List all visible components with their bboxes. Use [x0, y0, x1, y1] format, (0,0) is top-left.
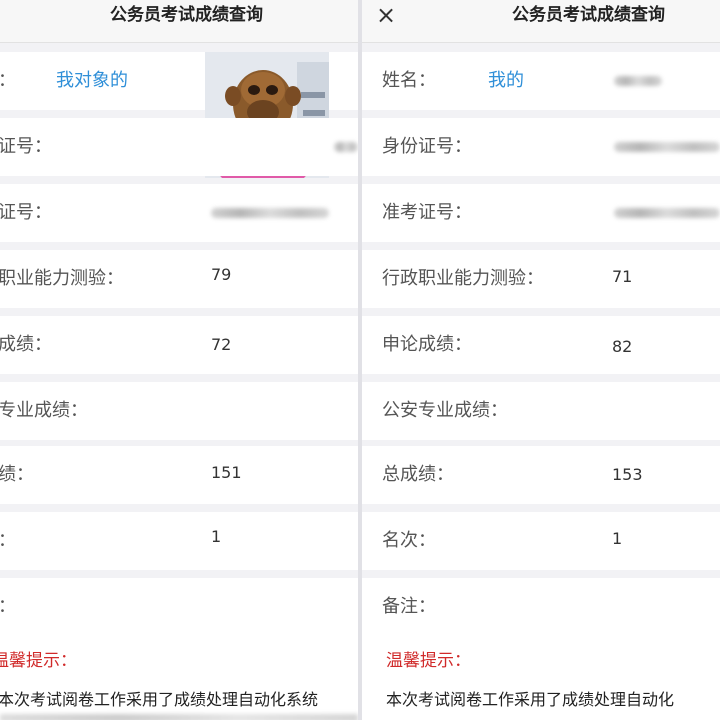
left-row-ticket: 考证号：	[0, 184, 358, 242]
notice-cut-line	[0, 714, 358, 720]
redacted-ticket	[211, 208, 329, 218]
redacted-id	[334, 142, 358, 152]
left-row-id: 份证号：	[0, 118, 358, 176]
ticket-label: 考证号：	[0, 202, 52, 223]
remark-label: 注：	[0, 578, 16, 636]
total-value: 151	[211, 463, 242, 482]
redacted-photo	[614, 76, 662, 86]
right-row-ticket: 准考证号：	[362, 184, 720, 242]
right-row-id: 身份证号：	[362, 118, 720, 176]
notice-text: 本次考试阅卷工作采用了成绩处理自动化	[386, 690, 675, 709]
right-notice: 温馨提示： 本次考试阅卷工作采用了成绩处理自动化	[362, 636, 720, 720]
shenlun-value: 82	[612, 337, 633, 356]
right-row-rank: 名次： 1	[362, 512, 720, 570]
shenlun-label: 论成绩：	[0, 334, 52, 355]
redacted-id	[614, 142, 720, 152]
id-label: 份证号：	[0, 136, 52, 157]
rank-label: 次：	[0, 512, 16, 570]
name-label: 姓名：	[382, 70, 436, 91]
name-label: 名：	[0, 52, 16, 110]
left-row-rank: 次： 1	[0, 512, 358, 570]
notice-heading: 温馨提示：	[0, 651, 77, 671]
rank-value: 1	[612, 529, 623, 548]
xingce-label: 行政职业能力测验：	[382, 268, 544, 289]
right-row-shenlun: 申论成绩： 82	[362, 316, 720, 374]
name-value[interactable]: 我的	[488, 52, 524, 110]
xingce-label: 政职业能力测验：	[0, 268, 124, 289]
right-title-bar: × 公务员考试成绩查询	[362, 0, 720, 43]
left-row-shenlun: 论成绩： 72	[0, 316, 358, 374]
rank-label: 名次：	[382, 530, 436, 551]
right-page-title: 公务员考试成绩查询	[512, 5, 665, 25]
left-row-total: 成绩： 151	[0, 446, 358, 504]
total-value: 153	[612, 465, 643, 484]
name-value[interactable]: 我对象的	[56, 52, 128, 110]
right-row-remark: 备注：	[362, 578, 720, 636]
ticket-label: 准考证号：	[382, 202, 472, 223]
xingce-value: 71	[612, 267, 633, 286]
shenlun-value: 72	[211, 335, 232, 354]
gongan-label: 安专业成绩：	[0, 400, 88, 421]
left-row-xingce: 政职业能力测验： 79	[0, 250, 358, 308]
right-score-panel: × 公务员考试成绩查询 姓名： 我的 身份证号： 准考证号： 行政职业能力测验：…	[362, 0, 720, 720]
right-row-gongan: 公安专业成绩：	[362, 382, 720, 440]
right-row-name: 姓名： 我的	[362, 52, 720, 110]
notice-heading: 温馨提示：	[386, 651, 471, 671]
right-row-xingce: 行政职业能力测验： 71	[362, 250, 720, 308]
shenlun-label: 申论成绩：	[382, 334, 472, 355]
left-score-panel: 公务员考试成绩查询 名： 我对象的 份证号： 考证号： 政职业能力测验	[0, 0, 358, 720]
remark-label: 备注：	[382, 596, 436, 617]
close-icon[interactable]: ×	[374, 2, 398, 28]
gongan-label: 公安专业成绩：	[382, 400, 508, 421]
left-row-gongan: 安专业成绩：	[0, 382, 358, 440]
notice-text: 本次考试阅卷工作采用了成绩处理自动化系统	[0, 690, 319, 709]
left-page-title: 公务员考试成绩查询	[110, 5, 263, 25]
rank-value: 1	[211, 527, 222, 546]
left-row-remark: 注：	[0, 578, 358, 636]
xingce-value: 79	[211, 265, 232, 284]
left-notice: 温馨提示： 本次考试阅卷工作采用了成绩处理自动化系统	[0, 636, 358, 720]
right-row-total: 总成绩： 153	[362, 446, 720, 504]
redacted-ticket	[614, 208, 720, 218]
total-label: 总成绩：	[382, 464, 454, 485]
id-label: 身份证号：	[382, 136, 472, 157]
left-title-bar: 公务员考试成绩查询	[0, 0, 358, 43]
total-label: 成绩：	[0, 464, 34, 485]
